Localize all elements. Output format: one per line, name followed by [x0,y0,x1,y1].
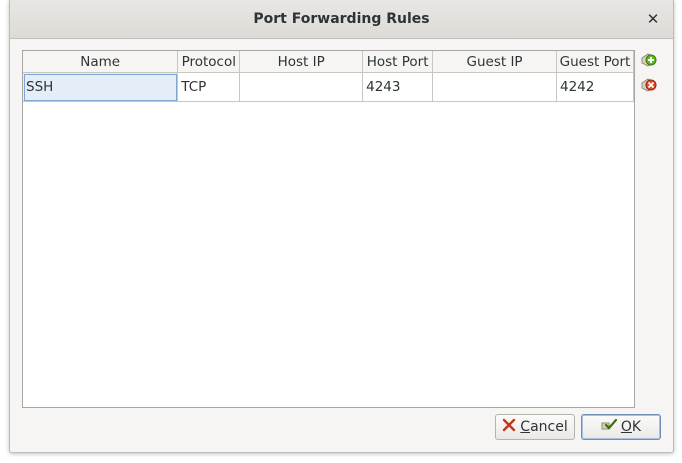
cell-guest-port[interactable]: 4242 [556,72,635,102]
cell-protocol[interactable]: TCP [177,72,241,102]
table-row[interactable]: SSH TCP 4243 4242 [23,72,635,102]
column-header-host-port[interactable]: Host Port [362,51,434,73]
ok-button[interactable]: OK [581,414,661,440]
rules-table: Name Protocol Host IP Host Port Guest IP… [22,50,635,408]
close-icon[interactable]: ✕ [643,9,663,29]
ok-button-label: OK [620,419,642,435]
column-header-guest-port[interactable]: Guest Port [556,51,635,73]
table-header-row: Name Protocol Host IP Host Port Guest IP… [23,51,635,73]
cell-host-ip[interactable] [239,72,364,102]
ok-check-icon [601,418,617,436]
cancel-x-icon [502,418,516,436]
dialog-title: Port Forwarding Rules [253,11,430,27]
column-header-host-ip[interactable]: Host IP [239,51,364,73]
column-header-protocol[interactable]: Protocol [177,51,241,73]
remove-rule-icon[interactable] [640,76,658,94]
add-rule-icon[interactable] [640,51,658,69]
column-header-name[interactable]: Name [23,51,179,73]
port-forwarding-dialog: Port Forwarding Rules ✕ Name Protocol Ho… [9,0,674,453]
cell-host-port[interactable]: 4243 [362,72,434,102]
column-header-guest-ip[interactable]: Guest IP [432,51,557,73]
cell-guest-ip[interactable] [432,72,557,102]
cancel-button[interactable]: Cancel [495,414,575,440]
cancel-button-label: Cancel [520,419,568,435]
cell-name[interactable]: SSH [23,72,179,102]
title-bar: Port Forwarding Rules ✕ [10,0,673,39]
